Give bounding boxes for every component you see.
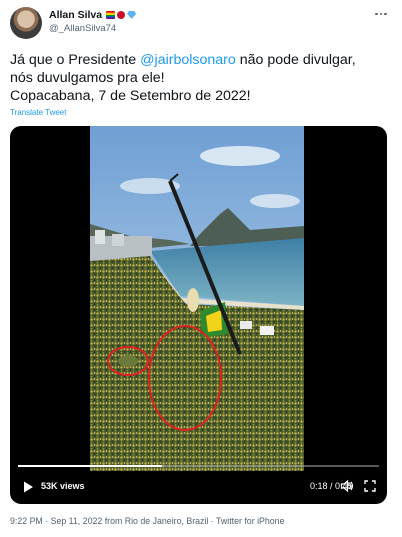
author-name-row[interactable]: Allan Silva [49,9,137,21]
text-before-mention: Já que o Presidente [10,52,141,68]
video-player[interactable]: 53K views 0:18 / 0:45 [10,126,387,504]
rainbow-flag-icon [106,11,116,19]
boxing-glove-icon [117,11,126,19]
tweet-text: Já que o Presidente @jairbolsonaro não p… [10,51,395,105]
video-frame[interactable] [90,126,304,471]
view-count: 53K views [41,481,85,491]
tweet-meta[interactable]: 9:22 PM · Sep 11, 2022 from Rio de Janei… [10,516,284,526]
volume-icon[interactable] [340,479,354,493]
translate-tweet-link[interactable]: Translate Tweet [10,108,66,117]
display-name[interactable]: Allan Silva [49,9,102,21]
more-options-icon[interactable] [372,6,390,22]
text-after-mention: não pode divulgar, [235,52,356,68]
avatar[interactable] [10,7,42,39]
video-progress-fill [18,465,163,467]
play-icon[interactable] [21,480,35,494]
tweet-card: Allan Silva @_AllanSilva74 Já que o Pres… [0,0,402,537]
mention-link[interactable]: @jairbolsonaro [140,52,236,68]
fullscreen-icon[interactable] [364,480,376,492]
tweet-line-2: nós duvulgamos pra ele! [10,70,165,86]
tweet-line-1: Já que o Presidente @jairbolsonaro não p… [10,51,395,69]
video-still-image [90,126,304,471]
tweet-line-3: Copacabana, 7 de Setembro de 2022! [10,88,251,104]
author-handle[interactable]: @_AllanSilva74 [49,23,116,34]
name-emojis [106,11,137,19]
video-progress-bar[interactable] [18,465,379,467]
gem-icon [127,11,137,19]
